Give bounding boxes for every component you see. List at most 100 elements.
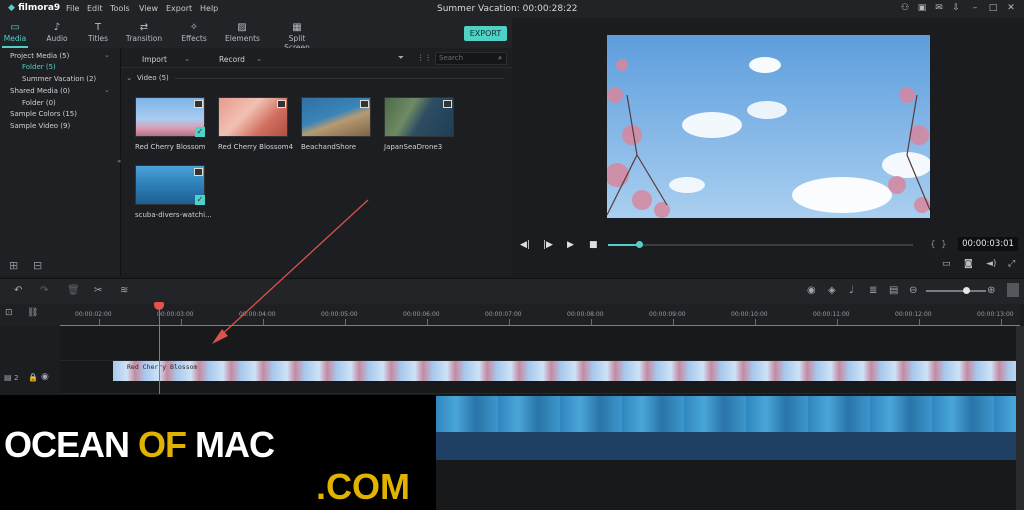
menu-export[interactable]: Export xyxy=(166,4,192,13)
preview-progress-handle[interactable] xyxy=(635,241,643,248)
chevron-down-icon[interactable]: ⌄ xyxy=(104,51,110,59)
menu-view[interactable]: View xyxy=(139,4,158,13)
timeline-scrollbar[interactable] xyxy=(1016,326,1024,510)
zoom-out-icon[interactable]: ⊖ xyxy=(909,285,917,296)
divider xyxy=(175,78,505,79)
redo-icon[interactable]: ↷ xyxy=(40,285,48,296)
maximize-icon[interactable]: □ xyxy=(988,3,998,14)
render-icon[interactable]: ◉ xyxy=(807,285,816,296)
play-icon[interactable]: ▶ xyxy=(567,240,574,250)
watermark-ocean: OCEAN xyxy=(4,424,130,465)
chevron-down-icon[interactable]: ⌄ xyxy=(104,86,110,94)
filter-icon[interactable]: ⏷ xyxy=(398,53,404,63)
tree-summer-vacation[interactable]: Summer Vacation (2) xyxy=(22,75,96,83)
delete-icon[interactable]: 🗑 xyxy=(67,285,80,296)
app-logo: ◆ filmora9 xyxy=(8,3,61,13)
chevron-down-icon[interactable]: ⌄ xyxy=(184,54,190,63)
tab-titles[interactable]: T Titles xyxy=(85,18,111,48)
transition-icon: ⇄ xyxy=(139,22,149,33)
zoom-slider-handle[interactable] xyxy=(963,287,970,294)
ruler-tick-label: 00:00:08:00 xyxy=(567,311,604,318)
display-icon[interactable]: ▭ xyxy=(942,259,951,269)
tree-sample-video[interactable]: Sample Video (9) xyxy=(10,122,70,130)
preview-progress-track[interactable] xyxy=(608,244,913,246)
tree-shared-media[interactable]: Shared Media (0) xyxy=(10,87,70,95)
audio-clip[interactable] xyxy=(436,432,1016,460)
menu-help[interactable]: Help xyxy=(200,4,218,13)
watermark-mac: MAC xyxy=(195,424,275,465)
add-track-icon[interactable]: ⊡ xyxy=(5,308,13,318)
tree-sample-colors[interactable]: Sample Colors (15) xyxy=(10,110,77,118)
eye-icon[interactable]: ◉ xyxy=(41,372,49,382)
watermark-line2: .COM xyxy=(316,466,410,507)
menu-edit[interactable]: Edit xyxy=(87,4,103,13)
collapse-panel-icon[interactable]: ◂ xyxy=(117,157,121,165)
audio-mixer-icon[interactable]: ▤ xyxy=(889,285,898,296)
tab-effects[interactable]: ✧ Effects xyxy=(180,18,208,48)
tab-split-screen[interactable]: ▦Split Screen xyxy=(276,18,318,52)
close-icon[interactable]: ✕ xyxy=(1006,3,1016,14)
voiceover-icon[interactable]: ≣ xyxy=(869,285,877,296)
window-title: Summer Vacation: 00:00:28:22 xyxy=(437,4,578,14)
menu-tools[interactable]: Tools xyxy=(110,4,130,13)
stop-icon[interactable]: ■ xyxy=(589,240,598,250)
tree-project-media[interactable]: Project Media (5) xyxy=(10,52,69,60)
adjust-icon[interactable]: ≋ xyxy=(120,285,128,296)
media-label: BeachandShore xyxy=(301,143,357,151)
import-button[interactable]: Import xyxy=(142,55,167,64)
remove-folder-icon[interactable]: ⊟ xyxy=(33,259,42,272)
text-icon: T xyxy=(94,22,102,33)
marker-icon[interactable]: ◈ xyxy=(828,285,836,296)
chevron-down-icon[interactable]: ⌄ xyxy=(126,73,132,82)
undo-icon[interactable]: ↶ xyxy=(14,285,22,296)
zoom-in-icon[interactable]: ⊕ xyxy=(987,285,995,296)
minimize-icon[interactable]: – xyxy=(970,3,980,14)
ruler-tick-label: 00:00:10:00 xyxy=(731,311,768,318)
cut-icon[interactable]: ✂ xyxy=(94,285,102,296)
video-icon xyxy=(277,100,286,108)
record-button[interactable]: Record xyxy=(219,55,245,64)
mail-icon[interactable]: ✉ xyxy=(934,3,944,14)
video-icon xyxy=(443,100,452,108)
video-clip[interactable] xyxy=(113,361,1016,381)
zoom-slider[interactable] xyxy=(926,290,986,292)
search-placeholder: Search xyxy=(439,54,464,62)
microphone-icon[interactable]: ♩ xyxy=(849,285,854,296)
tab-transition[interactable]: ⇄ Transition xyxy=(125,18,163,48)
scuba-clip[interactable] xyxy=(436,396,1016,432)
mark-out-icon[interactable]: } xyxy=(941,240,947,250)
tab-audio[interactable]: ♪ Audio xyxy=(44,18,70,48)
lock-icon[interactable]: 🔒 xyxy=(28,373,38,382)
export-button[interactable]: EXPORT xyxy=(464,26,507,41)
ruler-tick-label: 00:00:02:00 xyxy=(75,311,112,318)
download-icon[interactable]: ⇩ xyxy=(951,3,961,14)
tab-elements[interactable]: ▨ Elements xyxy=(225,18,260,48)
grid-view-icon[interactable]: ⋮⋮ xyxy=(417,53,432,62)
tab-media[interactable]: ▭ Media xyxy=(2,18,28,48)
save-icon[interactable]: ▣ xyxy=(917,3,927,14)
track-number: 2 xyxy=(14,374,19,382)
ruler-tick-label: 00:00:09:00 xyxy=(649,311,686,318)
grid-icon[interactable] xyxy=(1007,283,1019,297)
tree-shared-folder[interactable]: Folder (0) xyxy=(22,99,56,107)
mark-in-icon[interactable]: { xyxy=(930,240,936,250)
chevron-down-icon[interactable]: ⌄ xyxy=(256,54,262,63)
section-title: Video (5) xyxy=(137,74,169,82)
step-back-icon[interactable]: ◀| xyxy=(520,240,530,250)
search-icon[interactable]: ⌕ xyxy=(498,53,502,63)
step-forward-icon[interactable]: |▶ xyxy=(543,240,553,250)
volume-icon[interactable]: ◄) xyxy=(986,259,996,269)
ruler-tick-label: 00:00:03:00 xyxy=(157,311,194,318)
video-track-icon: ▤ xyxy=(4,373,12,382)
new-folder-icon[interactable]: ⊞ xyxy=(9,259,18,272)
account-icon[interactable]: ⚇ xyxy=(900,3,910,14)
snapshot-icon[interactable]: ◙ xyxy=(964,259,973,269)
watermark-of: OF xyxy=(138,424,187,465)
menu-file[interactable]: File xyxy=(66,4,79,13)
tree-folder[interactable]: Folder (5) xyxy=(22,63,56,71)
fullscreen-icon[interactable]: ⤢ xyxy=(1008,259,1015,269)
preview-progress-fill xyxy=(608,244,639,246)
link-icon[interactable]: ⛓ xyxy=(27,308,38,318)
video-icon xyxy=(194,168,203,176)
preview-timecode: 00:00:03:01 xyxy=(958,237,1018,251)
